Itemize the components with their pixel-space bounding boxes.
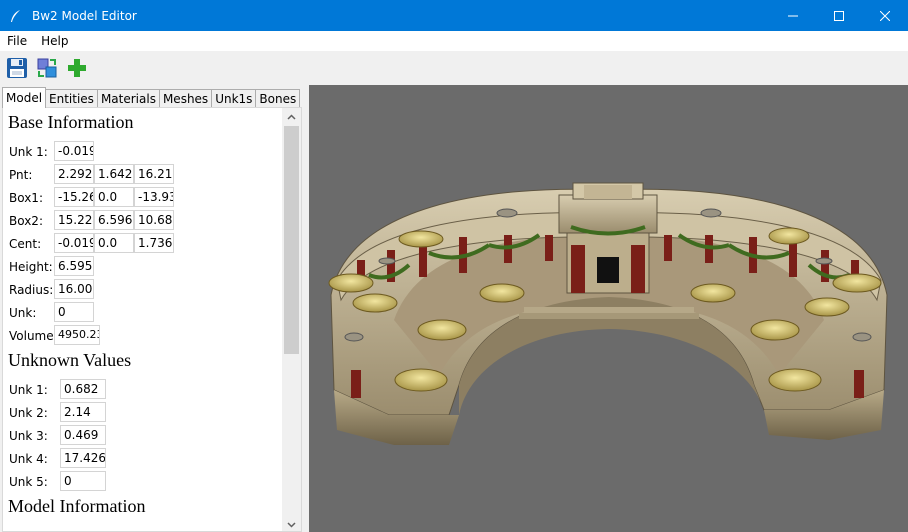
tab-entities[interactable]: Entities (45, 89, 98, 108)
scroll-down-button[interactable] (282, 516, 301, 531)
unk1-label: Unk 1: (9, 145, 48, 159)
unk1-field[interactable]: -0.019 (54, 141, 94, 161)
minimize-icon (788, 15, 798, 16)
model-properties: Base Information Unk 1: -0.019 Pnt: 2.29… (3, 108, 281, 531)
unknown-unk1-label: Unk 1: (9, 383, 48, 397)
vertical-scrollbar[interactable] (282, 108, 301, 531)
pnt-z-field[interactable]: 16.215 (134, 164, 174, 184)
radius-label: Radius: (9, 283, 54, 297)
unknown-unk5-label: Unk 5: (9, 475, 48, 489)
radius-field[interactable]: 16.001 (54, 279, 94, 299)
menu-bar: File Help (0, 31, 908, 51)
app-window: Bw2 Model Editor File Help Model Entitie… (0, 0, 908, 532)
box1-x-field[interactable]: -15.263 (54, 187, 94, 207)
add-button[interactable] (64, 55, 90, 81)
cent-label: Cent: (9, 237, 42, 251)
menu-file[interactable]: File (0, 34, 34, 48)
feather-icon (8, 8, 24, 24)
unknown-unk2-field[interactable]: 2.14 (60, 402, 106, 422)
unknown-unk4-field[interactable]: 17.426 (60, 448, 106, 468)
pnt-x-field[interactable]: 2.292 (54, 164, 94, 184)
close-button[interactable] (862, 0, 908, 31)
save-button[interactable] (4, 55, 30, 81)
toolbar (0, 51, 908, 85)
scroll-up-button[interactable] (282, 108, 301, 125)
menu-help[interactable]: Help (34, 34, 75, 48)
tab-unk1s[interactable]: Unk1s (211, 89, 257, 108)
box1-y-field[interactable]: 0.0 (94, 187, 134, 207)
unknown-unk3-field[interactable]: 0.469 (60, 425, 106, 445)
tab-materials[interactable]: Materials (96, 89, 160, 108)
tab-meshes[interactable]: Meshes (158, 89, 213, 108)
convert-button[interactable] (34, 55, 60, 81)
unknown-unk3-label: Unk 3: (9, 429, 48, 443)
pnt-y-field[interactable]: 1.642 (94, 164, 134, 184)
tab-bones[interactable]: Bones (255, 89, 301, 108)
plus-icon (68, 59, 86, 77)
box2-z-field[interactable]: 10.685 (134, 210, 174, 230)
unknown-values-heading: Unknown Values (8, 350, 132, 370)
cent-y-field[interactable]: 0.0 (94, 233, 134, 253)
box1-label: Box1: (9, 191, 43, 205)
window-title: Bw2 Model Editor (32, 8, 137, 23)
base-information-heading: Base Information (8, 112, 134, 132)
floppy-disk-icon (7, 58, 27, 78)
pnt-label: Pnt: (9, 168, 33, 182)
box1-z-field[interactable]: -13.935 (134, 187, 174, 207)
unk-label: Unk: (9, 306, 37, 320)
volume-label: Volume: (9, 329, 58, 343)
unknown-unk1-field[interactable]: 0.682 (60, 379, 106, 399)
model-viewport[interactable] (309, 85, 908, 532)
tab-model[interactable]: Model (2, 87, 47, 108)
properties-panel: Model Entities Materials Meshes Unk1s Bo… (0, 85, 304, 532)
convert-icon (37, 58, 57, 78)
chevron-up-icon (287, 113, 296, 120)
minimize-button[interactable] (770, 0, 816, 31)
title-bar: Bw2 Model Editor (0, 0, 908, 31)
unk-field[interactable]: 0 (54, 302, 94, 322)
scroll-thumb[interactable] (284, 126, 299, 354)
maximize-button[interactable] (816, 0, 862, 31)
cent-x-field[interactable]: -0.019 (54, 233, 94, 253)
tab-strip: Model Entities Materials Meshes Unk1s Bo… (2, 87, 301, 108)
chevron-down-icon (287, 521, 296, 528)
unknown-unk5-field[interactable]: 0 (60, 471, 106, 491)
cent-z-field[interactable]: 1.736 (134, 233, 174, 253)
volume-field[interactable]: 4950.233 (54, 325, 100, 345)
maximize-icon (834, 10, 844, 21)
box2-x-field[interactable]: 15.224 (54, 210, 94, 230)
box2-label: Box2: (9, 214, 43, 228)
height-label: Height: (9, 260, 53, 274)
height-field[interactable]: 6.595 (54, 256, 94, 276)
unknown-unk4-label: Unk 4: (9, 452, 48, 466)
close-icon (880, 10, 890, 21)
model-tab-pane: Base Information Unk 1: -0.019 Pnt: 2.29… (2, 107, 302, 532)
box2-y-field[interactable]: 6.596 (94, 210, 134, 230)
temple-model-render (328, 182, 888, 445)
unknown-unk2-label: Unk 2: (9, 406, 48, 420)
model-information-heading: Model Information (8, 496, 146, 516)
